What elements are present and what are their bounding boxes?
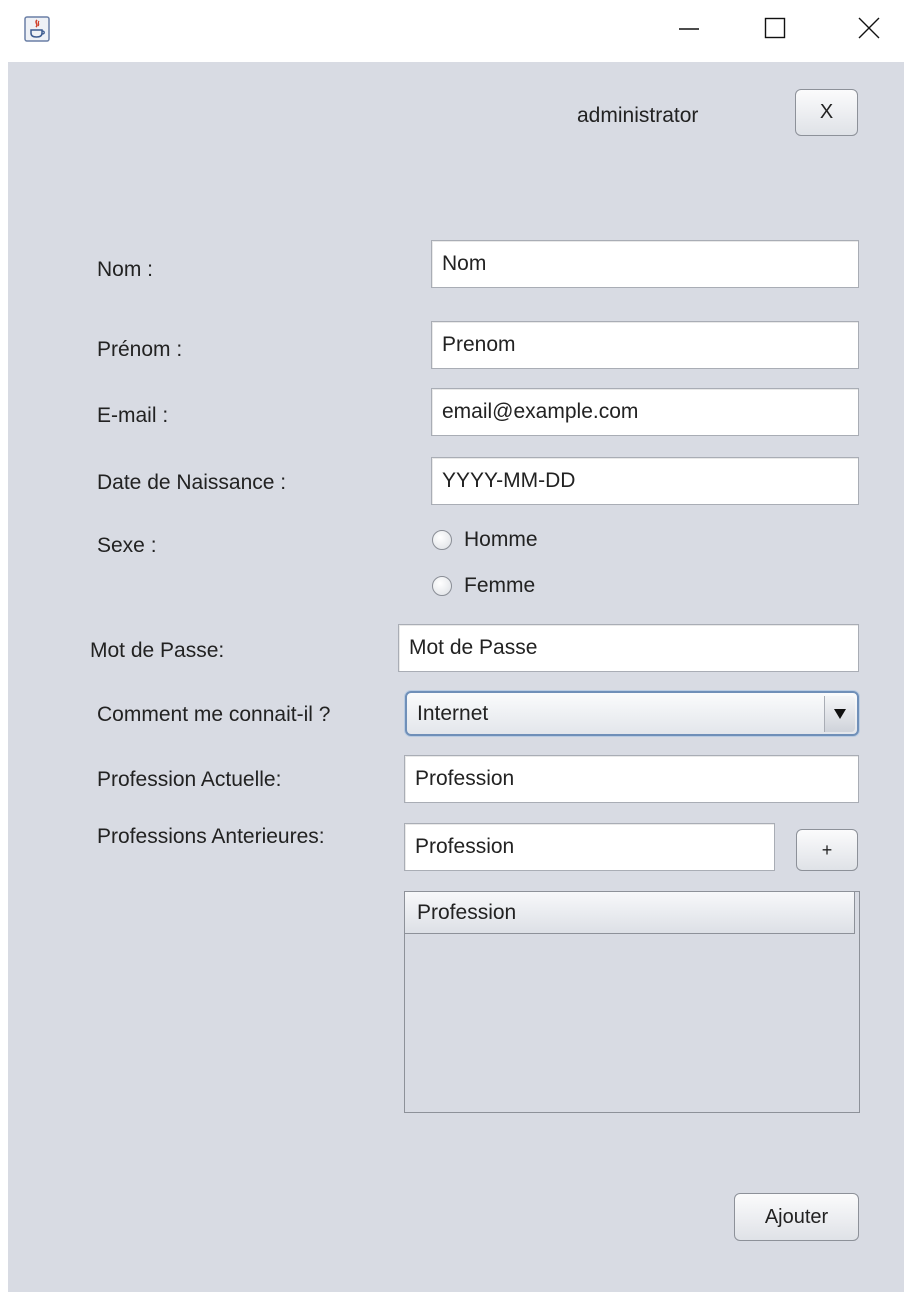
email-label: E-mail : bbox=[97, 404, 169, 427]
radio-circle-icon bbox=[432, 530, 452, 550]
date-naissance-label: Date de Naissance : bbox=[97, 471, 287, 494]
radio-femme[interactable]: Femme bbox=[432, 574, 535, 598]
email-input[interactable] bbox=[431, 388, 859, 436]
maximize-icon bbox=[763, 16, 787, 45]
prenom-label: Prénom : bbox=[97, 338, 183, 361]
minimize-icon bbox=[677, 16, 701, 45]
dropdown-arrow-icon[interactable] bbox=[824, 695, 855, 732]
java-app-icon bbox=[24, 16, 50, 42]
date-naissance-input[interactable] bbox=[431, 457, 859, 505]
ajouter-button[interactable]: Ajouter bbox=[734, 1193, 859, 1241]
form-panel: administrator X Nom : Prénom : E-mail : … bbox=[8, 62, 904, 1292]
radio-homme[interactable]: Homme bbox=[432, 528, 538, 552]
table-column-header[interactable]: Profession bbox=[405, 892, 855, 934]
maximize-button[interactable] bbox=[752, 10, 798, 50]
professions-anterieures-label: Professions Anterieures: bbox=[97, 825, 325, 848]
nom-input[interactable] bbox=[431, 240, 859, 288]
comment-connait-dropdown[interactable]: Internet bbox=[405, 691, 859, 736]
mot-de-passe-label: Mot de Passe: bbox=[90, 639, 225, 662]
radio-femme-label: Femme bbox=[464, 574, 536, 597]
radio-circle-icon bbox=[432, 576, 452, 596]
minimize-button[interactable] bbox=[666, 10, 712, 50]
close-window-button[interactable] bbox=[846, 10, 892, 50]
profession-anterieure-input[interactable] bbox=[404, 823, 775, 871]
sexe-label: Sexe : bbox=[97, 534, 157, 557]
prenom-input[interactable] bbox=[431, 321, 859, 369]
profession-actuelle-input[interactable] bbox=[404, 755, 859, 803]
add-profession-button[interactable]: + bbox=[796, 829, 858, 871]
mot-de-passe-input[interactable] bbox=[398, 624, 859, 672]
dropdown-selected-value: Internet bbox=[417, 701, 489, 725]
logout-button[interactable]: X bbox=[795, 89, 858, 136]
title-bar bbox=[0, 0, 904, 62]
professions-table[interactable]: Profession bbox=[404, 891, 860, 1113]
comment-connait-label: Comment me connait-il ? bbox=[97, 703, 331, 726]
profession-actuelle-label: Profession Actuelle: bbox=[97, 768, 282, 791]
user-label: administrator bbox=[577, 104, 699, 127]
close-icon bbox=[857, 16, 881, 45]
radio-homme-label: Homme bbox=[464, 528, 538, 551]
nom-label: Nom : bbox=[97, 258, 154, 281]
